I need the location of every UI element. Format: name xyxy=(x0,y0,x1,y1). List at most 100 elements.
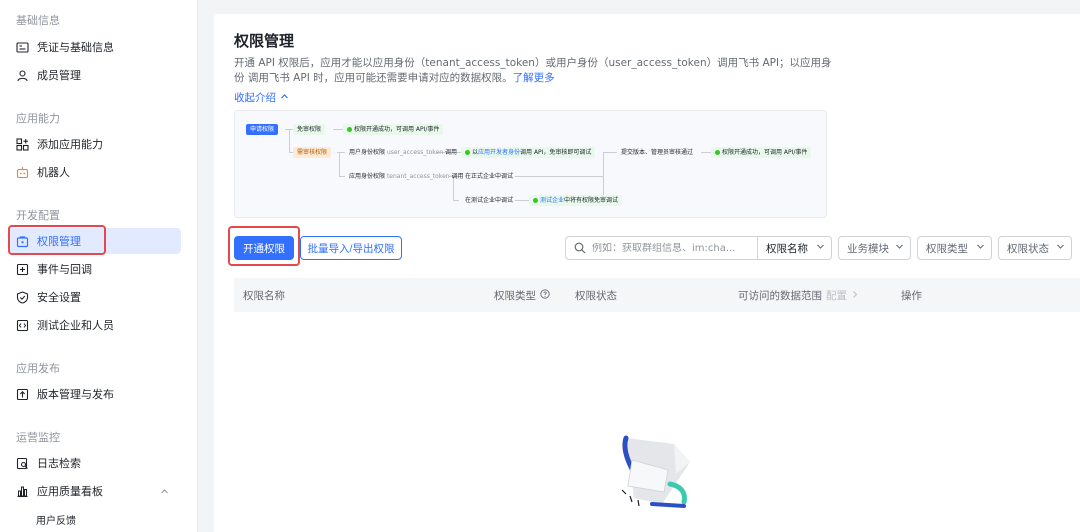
sidebar-item-security[interactable]: 安全设置 xyxy=(8,284,181,310)
sidebar-item-test-tenant[interactable]: 测试企业和人员 xyxy=(8,312,181,338)
sidebar-item-label: 凭证与基础信息 xyxy=(37,41,114,54)
empty-state-illustration xyxy=(612,430,696,532)
chevron-down-icon xyxy=(976,242,985,254)
sidebar-item-label: 权限管理 xyxy=(37,235,81,248)
search-input[interactable] xyxy=(592,242,742,254)
credential-card-icon xyxy=(16,41,29,54)
flow-connector xyxy=(701,152,711,153)
flow-connector xyxy=(515,176,603,177)
sidebar-item-feedback[interactable]: 用户反馈 xyxy=(8,506,181,532)
bar-chart-icon xyxy=(16,485,29,498)
flow-dev-suffix: 调用 API，免审核即可调试 xyxy=(520,149,592,156)
flow-test-debug: 在测试企业中调试 xyxy=(465,197,514,204)
sidebar-item-bot[interactable]: 机器人 xyxy=(8,159,181,185)
flow-free-result-text: 权限开通成功，可调用 API/事件 xyxy=(354,126,440,133)
sidebar-item-quality[interactable]: 应用质量看板 xyxy=(8,478,181,504)
sidebar-item-label: 事件与回调 xyxy=(37,263,92,276)
filter-permission-type-select[interactable]: 权限类型 xyxy=(917,236,992,260)
collapse-intro-label: 收起介绍 xyxy=(234,92,276,104)
group-title-release: 应用发布 xyxy=(16,362,60,375)
column-permission-type-label: 权限类型 xyxy=(494,290,536,302)
filter-permission-status-select[interactable]: 权限状态 xyxy=(998,236,1072,260)
sidebar-item-members[interactable]: 成员管理 xyxy=(8,62,181,88)
flow-call-label: 调用 xyxy=(444,149,457,156)
sidebar-item-logs[interactable]: 日志检索 xyxy=(8,450,181,476)
chevron-down-icon xyxy=(816,242,825,254)
sidebar-item-events[interactable]: 事件与回调 xyxy=(8,256,181,282)
column-permission-type: 权限类型 xyxy=(494,288,550,303)
flow-connector xyxy=(603,152,617,153)
collapse-intro-toggle[interactable]: 收起介绍 xyxy=(234,90,289,105)
sidebar-item-label: 添加应用能力 xyxy=(37,138,103,151)
flow-submit-review: 提交版本、管理员审核通过 xyxy=(621,149,694,156)
column-actions: 操作 xyxy=(901,290,922,302)
column-data-scope: 可访问的数据范围 配置 xyxy=(738,288,859,303)
chevron-right-icon xyxy=(851,290,859,302)
flow-app-identity: 应用身份权限 tenant_access_token 调用 xyxy=(345,171,468,182)
success-dot-icon xyxy=(533,198,538,203)
flow-final-result-text: 权限开通成功，可调用 API/事件 xyxy=(722,149,808,156)
sidebar-item-label: 成员管理 xyxy=(37,69,81,82)
column-permission-name: 权限名称 xyxy=(243,290,285,302)
flow-test-result-text: 中将有权限免审调试 xyxy=(564,197,619,204)
sidebar-item-credentials[interactable]: 凭证与基础信息 xyxy=(8,34,181,60)
flow-free-result: 权限开通成功，可调用 API/事件 xyxy=(343,124,444,135)
flow-apply-permission: 申请权限 xyxy=(246,124,279,135)
column-data-scope-label: 可访问的数据范围 xyxy=(738,290,822,302)
filter-business-module-label: 业务模块 xyxy=(847,242,889,255)
sidebar-item-label: 用户反馈 xyxy=(36,515,76,527)
filter-business-module-select[interactable]: 业务模块 xyxy=(838,236,911,260)
plus-square-icon xyxy=(16,263,29,276)
flow-connector xyxy=(333,129,343,130)
grid-plus-icon xyxy=(16,137,29,151)
filter-permission-name-label: 权限名称 xyxy=(766,242,808,255)
search-box[interactable] xyxy=(565,236,758,260)
sidebar-item-label: 版本管理与发布 xyxy=(37,388,114,401)
configure-data-scope-link[interactable]: 配置 xyxy=(826,288,847,303)
flow-final-result: 权限开通成功，可调用 API/事件 xyxy=(711,147,812,158)
flow-connector xyxy=(515,200,529,201)
chevron-up-icon xyxy=(280,92,289,104)
sidebar-item-label: 测试企业和人员 xyxy=(37,319,114,332)
flow-test-result-highlight: 测试企业 xyxy=(540,197,565,204)
sidebar-item-permissions[interactable]: 权限管理 xyxy=(8,228,181,254)
help-circle-icon[interactable] xyxy=(540,289,550,302)
code-square-icon xyxy=(16,319,29,332)
main-panel: 权限管理 开通 API 权限后，应用才能以应用身份（tenant_access_… xyxy=(214,14,1080,532)
success-dot-icon xyxy=(465,150,470,155)
user-icon xyxy=(16,69,29,82)
flow-user-identity-label: 用户身份权限 xyxy=(349,149,386,156)
permission-flow-diagram: 申请权限 免审权限 权限开通成功，可调用 API/事件 需审核权限 用户身份权限… xyxy=(234,110,827,218)
chevron-up-icon[interactable] xyxy=(160,486,169,499)
flow-app-identity-label: 应用身份权限 xyxy=(349,173,386,180)
filter-permission-type-label: 权限类型 xyxy=(926,242,968,255)
flow-connector xyxy=(603,152,604,200)
page-description: 开通 API 权限后，应用才能以应用身份（tenant_access_token… xyxy=(234,56,834,86)
flow-connector xyxy=(289,129,290,152)
filter-permission-name-select[interactable]: 权限名称 xyxy=(758,236,832,260)
table-header: 权限名称 权限类型 权限状态 可访问的数据范围 配置 操作 xyxy=(234,278,1080,312)
description-line-2: 调用飞书 API 时，应用可能还需要申请对应的数据权限。 xyxy=(247,72,513,84)
flow-review-permission: 需审核权限 xyxy=(293,147,332,158)
chevron-down-icon xyxy=(1056,242,1065,254)
sidebar-item-label: 日志检索 xyxy=(37,457,81,470)
sidebar-item-label: 机器人 xyxy=(37,166,70,179)
learn-more-link[interactable]: 了解更多 xyxy=(513,72,555,84)
flow-user-identity: 用户身份权限 user_access_token 调用 xyxy=(345,147,461,158)
sidebar-item-versions[interactable]: 版本管理与发布 xyxy=(8,381,181,407)
flow-test-result: 测试企业中将有权限免审调试 xyxy=(529,195,623,206)
sidebar-item-label: 应用质量看板 xyxy=(37,485,103,498)
flow-free-permission: 免审权限 xyxy=(293,124,326,135)
search-icon xyxy=(574,239,586,258)
flow-user-token: user_access_token xyxy=(386,149,444,156)
flow-connector xyxy=(339,152,340,176)
batch-import-export-button[interactable]: 批量导入/导出权限 xyxy=(300,236,402,260)
shield-icon xyxy=(16,290,29,304)
sidebar-item-add-capability[interactable]: 添加应用能力 xyxy=(8,131,181,157)
flow-tenant-token: tenant_access_token xyxy=(386,173,450,180)
flow-dev-highlight: 应用开发者身份 xyxy=(478,149,521,156)
success-dot-icon xyxy=(347,127,352,132)
upload-box-icon xyxy=(16,388,29,401)
group-title-dev-config: 开发配置 xyxy=(16,209,60,222)
open-permission-button[interactable]: 开通权限 xyxy=(234,236,294,260)
